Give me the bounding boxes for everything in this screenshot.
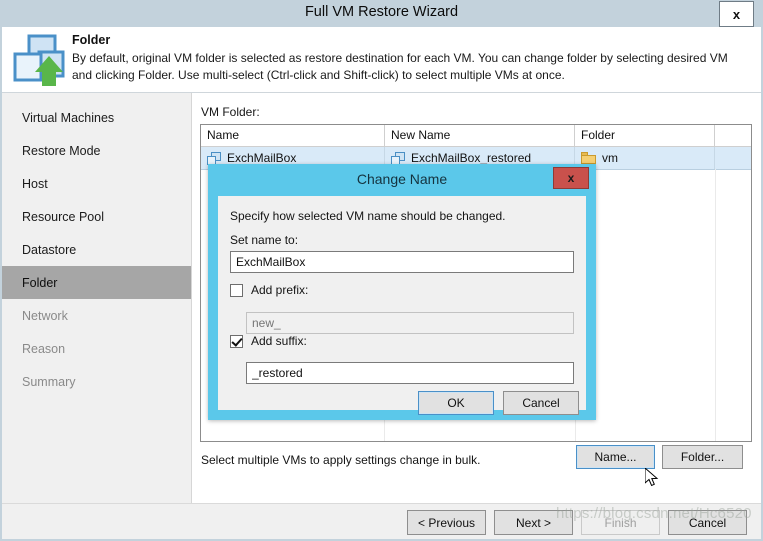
cell-name-text: ExchMailBox — [227, 151, 296, 165]
change-folder-button[interactable]: Folder... — [662, 445, 743, 469]
sidebar-item-label: Host — [22, 177, 48, 191]
change-name-dialog: Change Name x Specify how selected VM na… — [208, 164, 596, 420]
vm-folder-label: VM Folder: — [201, 105, 260, 119]
sidebar-item-datastore[interactable]: Datastore — [2, 233, 191, 266]
sidebar-item-summary: Summary — [2, 365, 191, 398]
next-button[interactable]: Next > — [494, 510, 573, 535]
virtual-machine-icon — [207, 152, 221, 165]
wizard-footer: < Previous Next > Finish Cancel — [2, 503, 761, 539]
previous-button[interactable]: < Previous — [407, 510, 486, 535]
dialog-ok-button[interactable]: OK — [418, 391, 494, 415]
add-suffix-label: Add suffix: — [251, 334, 307, 348]
wizard-window: Full VM Restore Wizard x Folder By defau… — [0, 0, 763, 541]
cancel-button[interactable]: Cancel — [668, 510, 747, 535]
window-title: Full VM Restore Wizard — [0, 4, 763, 20]
virtual-machine-icon — [391, 152, 405, 165]
cell-blank — [715, 147, 751, 169]
set-name-label: Set name to: — [230, 233, 298, 247]
add-prefix-checkbox-row[interactable]: Add prefix: — [230, 283, 308, 297]
bulk-edit-hint: Select multiple VMs to apply settings ch… — [201, 453, 480, 467]
page-title: Folder — [72, 33, 110, 47]
wizard-step-nav: Virtual Machines Restore Mode Host Resou… — [2, 93, 192, 503]
wizard-header: Folder By default, original VM folder is… — [2, 27, 761, 93]
table-header-row: Name New Name Folder — [201, 125, 751, 147]
change-name-button[interactable]: Name... — [576, 445, 655, 469]
column-header-new-name[interactable]: New Name — [385, 125, 575, 146]
cell-folder-text: vm — [602, 151, 618, 165]
set-name-input[interactable] — [230, 251, 574, 273]
sidebar-item-reason: Reason — [2, 332, 191, 365]
add-suffix-checkbox-row[interactable]: Add suffix: — [230, 334, 307, 348]
sidebar-item-network: Network — [2, 299, 191, 332]
sidebar-item-restore-mode[interactable]: Restore Mode — [2, 134, 191, 167]
sidebar-item-folder[interactable]: Folder — [2, 266, 191, 299]
change-name-close-button[interactable]: x — [553, 167, 589, 189]
sidebar-item-label: Reason — [22, 342, 65, 356]
column-header-name[interactable]: Name — [201, 125, 385, 146]
suffix-input[interactable] — [246, 362, 574, 384]
column-header-folder[interactable]: Folder — [575, 125, 715, 146]
sidebar-item-label: Virtual Machines — [22, 111, 114, 125]
close-window-button[interactable]: x — [719, 1, 754, 27]
change-name-dialog-title: Change Name — [208, 164, 596, 194]
add-prefix-checkbox[interactable] — [230, 284, 243, 297]
sidebar-item-label: Network — [22, 309, 68, 323]
add-suffix-checkbox[interactable] — [230, 335, 243, 348]
page-description: By default, original VM folder is select… — [72, 50, 750, 83]
sidebar-item-virtual-machines[interactable]: Virtual Machines — [2, 101, 191, 134]
sidebar-item-label: Folder — [22, 276, 57, 290]
vm-restore-icon — [11, 32, 67, 88]
column-header-blank[interactable] — [715, 125, 751, 146]
prefix-input[interactable] — [246, 312, 574, 334]
dialog-cancel-button[interactable]: Cancel — [503, 391, 579, 415]
add-prefix-label: Add prefix: — [251, 283, 308, 297]
sidebar-item-label: Datastore — [22, 243, 76, 257]
change-name-description: Specify how selected VM name should be c… — [230, 209, 506, 223]
sidebar-item-label: Summary — [22, 375, 75, 389]
title-bar: Full VM Restore Wizard x — [0, 0, 763, 27]
sidebar-item-host[interactable]: Host — [2, 167, 191, 200]
cell-new-name-text: ExchMailBox_restored — [411, 151, 531, 165]
change-name-dialog-body: Specify how selected VM name should be c… — [218, 196, 586, 410]
sidebar-item-label: Restore Mode — [22, 144, 101, 158]
cell-folder: vm — [575, 147, 715, 169]
sidebar-item-label: Resource Pool — [22, 210, 104, 224]
finish-button: Finish — [581, 510, 660, 535]
folder-icon — [581, 152, 596, 164]
sidebar-item-resource-pool[interactable]: Resource Pool — [2, 200, 191, 233]
